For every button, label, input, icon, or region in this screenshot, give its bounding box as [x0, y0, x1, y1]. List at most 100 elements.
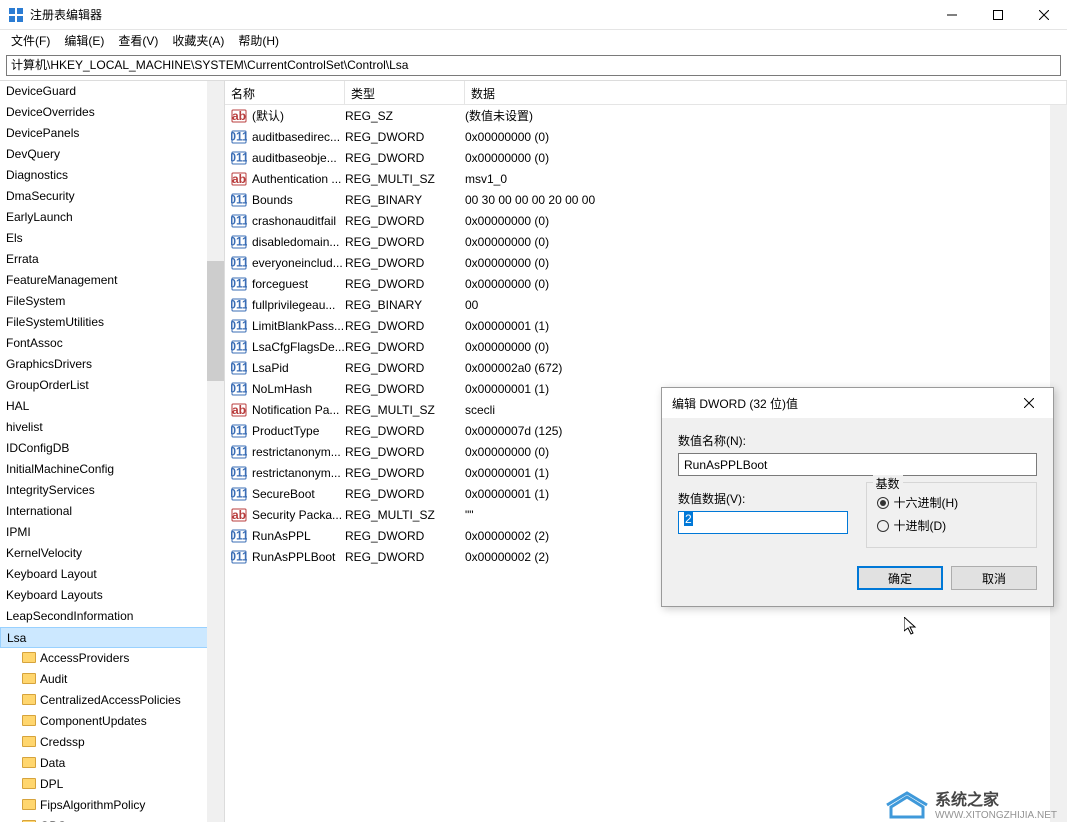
watermark-logo-icon — [885, 787, 929, 821]
tree-item[interactable]: IPMI — [0, 522, 224, 543]
tree-item[interactable]: FontAssoc — [0, 333, 224, 354]
svg-text:011: 011 — [231, 255, 247, 269]
cell-name: Notification Pa... — [252, 403, 345, 417]
radio-icon — [877, 497, 889, 509]
cancel-button[interactable]: 取消 — [951, 566, 1037, 590]
tree-scrollbar[interactable] — [207, 81, 224, 822]
tree-item[interactable]: Errata — [0, 249, 224, 270]
tree-scroll-thumb[interactable] — [207, 261, 224, 381]
tree-item[interactable]: Keyboard Layouts — [0, 585, 224, 606]
tree-item[interactable]: Audit — [0, 669, 224, 690]
col-name[interactable]: 名称 — [225, 81, 345, 104]
svg-text:011: 011 — [231, 150, 247, 164]
binary-value-icon: 011 — [231, 234, 247, 250]
cell-type: REG_DWORD — [345, 256, 465, 270]
tree-item[interactable]: DevQuery — [0, 144, 224, 165]
dialog-close-button[interactable] — [1015, 392, 1043, 414]
tree-item-selected[interactable]: Lsa — [0, 627, 224, 648]
list-row[interactable]: 011BoundsREG_BINARY00 30 00 00 00 20 00 … — [225, 189, 1067, 210]
menubar: 文件(F) 编辑(E) 查看(V) 收藏夹(A) 帮助(H) — [0, 30, 1067, 51]
cell-data: 00 — [465, 298, 1067, 312]
cell-type: REG_MULTI_SZ — [345, 508, 465, 522]
list-row[interactable]: 011disabledomain...REG_DWORD0x00000000 (… — [225, 231, 1067, 252]
svg-text:011: 011 — [231, 444, 247, 458]
cell-name: ProductType — [252, 424, 345, 438]
list-row[interactable]: ab(默认)REG_SZ(数值未设置) — [225, 105, 1067, 126]
cell-name: crashonauditfail — [252, 214, 345, 228]
tree-item[interactable]: Keyboard Layout — [0, 564, 224, 585]
col-type[interactable]: 类型 — [345, 81, 465, 104]
cell-name: SecureBoot — [252, 487, 345, 501]
tree-item[interactable]: KernelVelocity — [0, 543, 224, 564]
tree-item[interactable]: ComponentUpdates — [0, 711, 224, 732]
list-row[interactable]: 011forceguestREG_DWORD0x00000000 (0) — [225, 273, 1067, 294]
tree-item[interactable]: InitialMachineConfig — [0, 459, 224, 480]
radio-hex[interactable]: 十六进制(H) — [877, 491, 1027, 514]
tree-item[interactable]: CentralizedAccessPolicies — [0, 690, 224, 711]
tree-item[interactable]: HAL — [0, 396, 224, 417]
ok-button[interactable]: 确定 — [857, 566, 943, 590]
tree-pane[interactable]: DeviceGuardDeviceOverridesDevicePanelsDe… — [0, 81, 225, 822]
menu-edit[interactable]: 编辑(E) — [57, 30, 111, 51]
cell-data: 0x00000000 (0) — [465, 340, 1067, 354]
tree-item[interactable]: Diagnostics — [0, 165, 224, 186]
tree-item[interactable]: FileSystemUtilities — [0, 312, 224, 333]
radio-icon — [877, 520, 889, 532]
menu-file[interactable]: 文件(F) — [4, 30, 57, 51]
tree-item[interactable]: DeviceGuard — [0, 81, 224, 102]
tree-item[interactable]: DmaSecurity — [0, 186, 224, 207]
cell-data: msv1_0 — [465, 172, 1067, 186]
tree-item[interactable]: LeapSecondInformation — [0, 606, 224, 627]
list-row[interactable]: 011crashonauditfailREG_DWORD0x00000000 (… — [225, 210, 1067, 231]
menu-help[interactable]: 帮助(H) — [231, 30, 286, 51]
svg-text:011: 011 — [231, 276, 247, 290]
tree-item[interactable]: Data — [0, 753, 224, 774]
cell-type: REG_DWORD — [345, 340, 465, 354]
value-name-label: 数值名称(N): — [678, 432, 1037, 449]
list-row[interactable]: abAuthentication ...REG_MULTI_SZmsv1_0 — [225, 168, 1067, 189]
cell-type: REG_DWORD — [345, 487, 465, 501]
svg-text:011: 011 — [231, 234, 247, 248]
value-data-input[interactable]: 2 — [678, 511, 848, 534]
close-button[interactable] — [1021, 0, 1067, 30]
svg-text:011: 011 — [231, 360, 247, 374]
tree-item[interactable]: EarlyLaunch — [0, 207, 224, 228]
list-row[interactable]: 011fullprivilegeau...REG_BINARY00 — [225, 294, 1067, 315]
tree-item[interactable]: GBG — [0, 816, 224, 822]
menu-view[interactable]: 查看(V) — [111, 30, 165, 51]
tree-item[interactable]: GraphicsDrivers — [0, 354, 224, 375]
tree-item[interactable]: DeviceOverrides — [0, 102, 224, 123]
tree-item[interactable]: FileSystem — [0, 291, 224, 312]
tree-item[interactable]: IDConfigDB — [0, 438, 224, 459]
tree-item[interactable]: International — [0, 501, 224, 522]
list-row[interactable]: 011everyoneinclud...REG_DWORD0x00000000 … — [225, 252, 1067, 273]
list-row[interactable]: 011LsaCfgFlagsDe...REG_DWORD0x00000000 (… — [225, 336, 1067, 357]
tree-item[interactable]: IntegrityServices — [0, 480, 224, 501]
list-row[interactable]: 011auditbaseobje...REG_DWORD0x00000000 (… — [225, 147, 1067, 168]
maximize-button[interactable] — [975, 0, 1021, 30]
list-row[interactable]: 011LimitBlankPass...REG_DWORD0x00000001 … — [225, 315, 1067, 336]
value-name-input[interactable] — [678, 453, 1037, 476]
tree-item[interactable]: DevicePanels — [0, 123, 224, 144]
list-row[interactable]: 011LsaPidREG_DWORD0x000002a0 (672) — [225, 357, 1067, 378]
tree-item[interactable]: FipsAlgorithmPolicy — [0, 795, 224, 816]
titlebar: 注册表编辑器 — [0, 0, 1067, 30]
tree-item[interactable]: GroupOrderList — [0, 375, 224, 396]
cell-type: REG_DWORD — [345, 424, 465, 438]
menu-favorites[interactable]: 收藏夹(A) — [165, 30, 231, 51]
tree-item[interactable]: Credssp — [0, 732, 224, 753]
minimize-button[interactable] — [929, 0, 975, 30]
tree-item[interactable]: FeatureManagement — [0, 270, 224, 291]
radio-dec[interactable]: 十进制(D) — [877, 514, 1027, 537]
address-bar[interactable]: 计算机\HKEY_LOCAL_MACHINE\SYSTEM\CurrentCon… — [6, 55, 1061, 76]
window-title: 注册表编辑器 — [30, 6, 929, 23]
tree-item[interactable]: DPL — [0, 774, 224, 795]
tree-item[interactable]: AccessProviders — [0, 648, 224, 669]
tree-item[interactable]: hivelist — [0, 417, 224, 438]
col-data[interactable]: 数据 — [465, 81, 1067, 104]
cell-type: REG_BINARY — [345, 298, 465, 312]
cell-name: everyoneinclud... — [252, 256, 345, 270]
folder-icon — [22, 694, 36, 705]
list-row[interactable]: 011auditbasedirec...REG_DWORD0x00000000 … — [225, 126, 1067, 147]
tree-item[interactable]: Els — [0, 228, 224, 249]
